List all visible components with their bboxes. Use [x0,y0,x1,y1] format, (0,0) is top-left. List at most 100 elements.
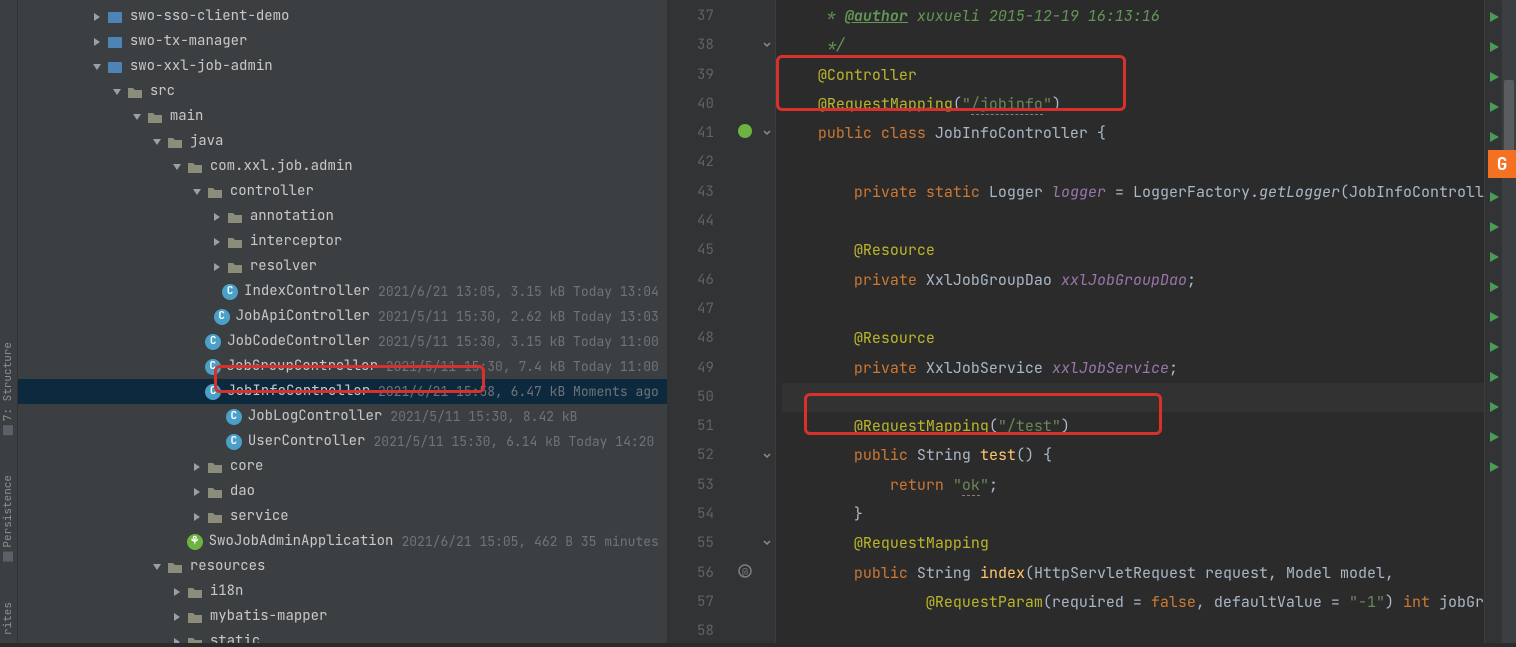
run-gutter-icon[interactable] [1488,308,1500,328]
code-line[interactable] [782,295,1484,324]
run-gutter-icon[interactable] [1488,68,1500,88]
tree-item-dao[interactable]: dao [18,479,667,504]
tree-item-swo-sso-client-demo[interactable]: swo-sso-client-demo [18,4,667,29]
fold-toggle-icon[interactable] [762,126,772,136]
tree-item-com-xxl-job-admin[interactable]: com.xxl.job.admin [18,154,667,179]
chevron-right-icon[interactable] [88,33,106,51]
tree-item-jobcodecontroller[interactable]: CJobCodeController2021/5/11 15:30, 3.15 … [18,329,667,354]
chevron-right-icon[interactable] [188,458,206,476]
code-line[interactable]: private XxlJobGroupDao xxlJobGroupDao; [782,266,1484,295]
chevron-right-icon[interactable] [208,233,226,251]
tree-item-java[interactable]: java [18,129,667,154]
tree-item-jobinfocontroller[interactable]: CJobInfoController2021/6/21 15:58, 6.47 … [18,379,667,404]
tree-item-main[interactable]: main [18,104,667,129]
fold-toggle-icon[interactable] [762,449,772,459]
fold-toggle-icon[interactable] [762,536,772,546]
class-icon: C [205,334,221,350]
code-line[interactable]: @Controller [782,61,1484,90]
tree-item-static[interactable]: static [18,629,667,643]
run-gutter-icon[interactable] [1488,428,1500,448]
tree-item-mybatis-mapper[interactable]: mybatis-mapper [18,604,667,629]
chevron-right-icon[interactable] [188,508,206,526]
code-area[interactable]: * @author xuxueli 2015-12-19 16:13:16 */… [776,0,1484,643]
code-line[interactable]: @Resource [782,236,1484,265]
run-gutter-icon[interactable] [1488,338,1500,358]
run-gutter-icon[interactable] [1488,218,1500,238]
tree-item-resolver[interactable]: resolver [18,254,667,279]
code-line[interactable]: public class JobInfoController { [782,119,1484,148]
chevron-right-icon[interactable] [168,608,186,626]
run-gutter[interactable] [1484,0,1502,643]
code-line[interactable]: return "ok"; [782,471,1484,500]
tree-item-src[interactable]: src [18,79,667,104]
tree-item-core[interactable]: core [18,454,667,479]
chevron-down-icon[interactable] [168,158,186,176]
project-tree-panel[interactable]: swo-sso-client-demoswo-tx-managerswo-xxl… [18,0,668,643]
tree-item-swo-tx-manager[interactable]: swo-tx-manager [18,29,667,54]
run-gutter-icon[interactable] [1488,188,1500,208]
run-gutter-icon[interactable] [1488,458,1500,478]
chevron-down-icon[interactable] [108,83,126,101]
code-editor[interactable]: 3738394041424344454647484950515253545556… [668,0,1516,643]
spring-gutter-icon[interactable] [737,123,755,141]
run-gutter-icon[interactable] [1488,248,1500,268]
chevron-down-icon[interactable] [188,183,206,201]
code-line[interactable]: } [782,500,1484,529]
tool-structure[interactable]: 7: Structure [1,342,15,435]
code-line[interactable] [782,383,1484,412]
chevron-down-icon[interactable] [148,133,166,151]
fold-toggle-icon[interactable] [762,38,772,48]
tree-item-label: src [150,79,175,104]
tree-item-annotation[interactable]: annotation [18,204,667,229]
tree-item-service[interactable]: service [18,504,667,529]
code-line[interactable] [782,617,1484,646]
tree-item-usercontroller[interactable]: CUserController2021/5/11 15:30, 6.14 kB … [18,429,667,454]
tool-persistence[interactable]: Persistence [1,475,15,562]
tree-item-jobapicontroller[interactable]: CJobApiController2021/5/11 15:30, 2.62 k… [18,304,667,329]
chevron-right-icon[interactable] [208,258,226,276]
run-gutter-icon[interactable] [1488,38,1500,58]
code-line[interactable]: public String test() { [782,441,1484,470]
code-line[interactable]: @Resource [782,324,1484,353]
run-gutter-icon[interactable] [1488,8,1500,28]
tree-item-swojobadminapplication[interactable]: ⚘SwoJobAdminApplication2021/6/21 15:05, … [18,529,667,554]
chevron-right-icon[interactable] [168,583,186,601]
code-line[interactable]: @RequestMapping("/test") [782,412,1484,441]
chevron-right-icon[interactable] [208,208,226,226]
tree-item-interceptor[interactable]: interceptor [18,229,667,254]
chevron-none [187,358,205,376]
code-line[interactable] [782,207,1484,236]
code-line[interactable]: private XxlJobService xxlJobService; [782,354,1484,383]
editor-scrollbar[interactable] [1502,0,1516,643]
run-gutter-icon[interactable] [1488,278,1500,298]
tree-item-i18n[interactable]: i18n [18,579,667,604]
code-line[interactable]: * @author xuxueli 2015-12-19 16:13:16 [782,2,1484,31]
tree-item-resources[interactable]: resources [18,554,667,579]
code-line[interactable]: @RequestMapping [782,529,1484,558]
chevron-down-icon[interactable] [128,108,146,126]
tree-item-controller[interactable]: controller [18,179,667,204]
chevron-right-icon[interactable] [188,483,206,501]
chevron-right-icon[interactable] [88,8,106,26]
code-line[interactable] [782,148,1484,177]
chevron-down-icon[interactable] [88,58,106,76]
web-gutter-icon[interactable]: @ [737,563,755,581]
code-line[interactable]: @RequestMapping("/jobinfo") [782,90,1484,119]
tree-item-joblogcontroller[interactable]: CJobLogController2021/5/11 15:30, 8.42 k… [18,404,667,429]
tree-item-jobgroupcontroller[interactable]: CJobGroupController2021/5/11 15:30, 7.4 … [18,354,667,379]
chevron-down-icon[interactable] [148,558,166,576]
run-gutter-icon[interactable] [1488,98,1500,118]
run-gutter-icon[interactable] [1488,368,1500,388]
run-gutter-icon[interactable] [1488,128,1500,148]
fold-strip[interactable] [760,0,776,643]
chevron-right-icon[interactable] [168,633,186,644]
code-line[interactable]: */ [782,31,1484,60]
code-line[interactable]: public String index(HttpServletRequest r… [782,559,1484,588]
orange-badge[interactable]: G [1488,150,1516,178]
tree-item-indexcontroller[interactable]: CIndexController2021/6/21 13:05, 3.15 kB… [18,279,667,304]
code-line[interactable]: @RequestParam(required = false, defaultV… [782,588,1484,617]
tool-favorites[interactable]: rites [1,602,15,635]
tree-item-swo-xxl-job-admin[interactable]: swo-xxl-job-admin [18,54,667,79]
code-line[interactable]: private static Logger logger = LoggerFac… [782,178,1484,207]
run-gutter-icon[interactable] [1488,398,1500,418]
